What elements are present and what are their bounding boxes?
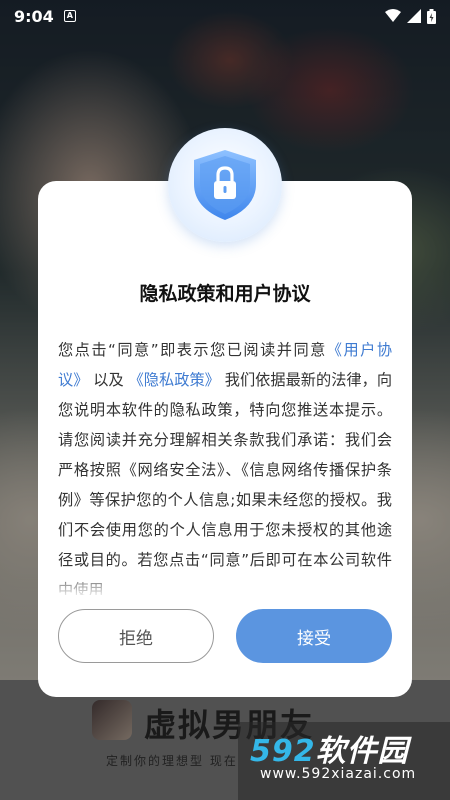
status-time: 9:04 [14, 6, 54, 26]
accept-button[interactable]: 接受 [236, 609, 392, 663]
wifi-icon [385, 9, 401, 22]
shield-badge [168, 128, 282, 242]
signal-icon [407, 9, 421, 23]
shield-lock-icon [194, 150, 256, 220]
watermark-url: www.592xiazai.com [260, 766, 417, 782]
body-text-main: 我们依据最新的法律，向您说明本软件的隐私政策，特向您推送本提示。请您阅读并充分理… [58, 371, 392, 595]
status-icons [385, 8, 436, 24]
body-fade [58, 569, 392, 599]
body-text-1: 您点击“同意”即表示您已阅读并同意 [58, 341, 327, 359]
body-text-and: 以及 [93, 371, 124, 389]
privacy-policy-link[interactable]: 《隐私政策》 [129, 371, 220, 389]
watermark-digits: 592 [250, 734, 316, 769]
dialog-body-scroll[interactable]: 您点击“同意”即表示您已阅读并同意《用户协议》 以及 《隐私政策》 我们依据最新… [58, 335, 392, 595]
notification-icon: A [63, 10, 76, 22]
reject-button[interactable]: 拒绝 [58, 609, 214, 663]
privacy-dialog: 隐私政策和用户协议 您点击“同意”即表示您已阅读并同意《用户协议》 以及 《隐私… [38, 181, 412, 697]
watermark-logo: 592软件园 [250, 726, 409, 770]
battery-icon [427, 8, 436, 24]
status-bar: 9:04 A [0, 0, 450, 32]
watermark-cn: 软件园 [315, 734, 409, 769]
dialog-body: 您点击“同意”即表示您已阅读并同意《用户协议》 以及 《隐私政策》 我们依据最新… [58, 335, 392, 595]
dialog-title: 隐私政策和用户协议 [139, 283, 311, 305]
